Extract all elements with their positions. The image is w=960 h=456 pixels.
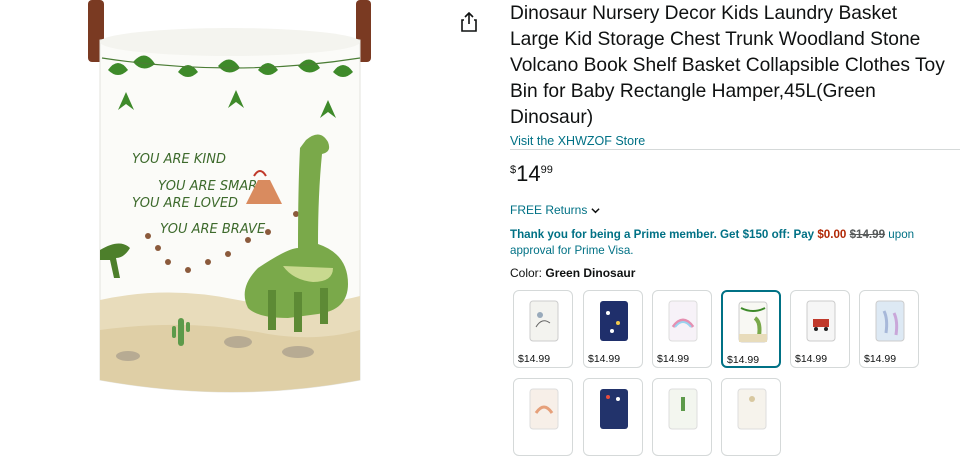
share-icon[interactable] bbox=[460, 12, 478, 32]
swatch-price: $14.99 bbox=[518, 353, 551, 365]
color-selection: Color: Green Dinosaur bbox=[510, 265, 950, 281]
swatch-price: $14.99 bbox=[588, 353, 621, 365]
basket-text-smart: YOU ARE SMART bbox=[158, 179, 266, 194]
swatch-red-car[interactable]: $14.99 bbox=[790, 290, 850, 368]
chevron-down-icon bbox=[591, 207, 600, 213]
swatch-thumbnail bbox=[668, 388, 698, 430]
product-image[interactable]: YOU ARE KIND YOU ARE SMART YOU ARE LOVED… bbox=[88, 0, 378, 410]
prime-new-price: $0.00 bbox=[817, 228, 847, 241]
swatch-price: $14.99 bbox=[795, 353, 828, 365]
swatch-thumbnail bbox=[600, 301, 628, 341]
price-fraction: 99 bbox=[540, 164, 553, 176]
product-title: Dinosaur Nursery Decor Kids Laundry Bask… bbox=[510, 3, 945, 128]
prime-offer-tail[interactable]: upon bbox=[888, 228, 914, 241]
color-value: Green Dinosaur bbox=[545, 266, 636, 280]
swatch-light-pattern[interactable] bbox=[721, 378, 781, 456]
product-info: Dinosaur Nursery Decor Kids Laundry Bask… bbox=[510, 0, 960, 281]
basket-text-loved: YOU ARE LOVED bbox=[132, 196, 238, 211]
swatch-thumbnail bbox=[600, 389, 628, 429]
swatch-thumbnail bbox=[529, 300, 559, 342]
basket-text-kind: YOU ARE KIND bbox=[132, 152, 226, 167]
swatch-blue-llama[interactable]: $14.99 bbox=[859, 290, 919, 368]
swatch-dinosaur-sketch[interactable]: $14.99 bbox=[513, 290, 573, 368]
prime-old-price: $14.99 bbox=[849, 228, 886, 241]
store-link[interactable]: Visit the XHWZOF Store bbox=[510, 133, 950, 149]
swatch-thumbnail bbox=[529, 388, 559, 430]
swatch-thumbnail bbox=[737, 388, 767, 430]
swatch-thumbnail bbox=[875, 300, 905, 342]
swatch-unicorn-rainbow[interactable]: $14.99 bbox=[652, 290, 712, 368]
swatch-space-navy[interactable]: $14.99 bbox=[583, 290, 643, 368]
swatch-green-dinosaur-selected[interactable]: $14.99 bbox=[721, 290, 781, 368]
swatch-thumbnail bbox=[738, 301, 768, 343]
prime-offer-tail-2[interactable]: approval for Prime Visa. bbox=[510, 244, 634, 257]
swatch-thumbnail bbox=[668, 300, 698, 342]
color-label: Color: bbox=[510, 266, 543, 280]
free-returns-label: FREE Returns bbox=[510, 203, 588, 217]
basket-text-brave: YOU ARE BRAVE bbox=[160, 222, 266, 237]
swatch-thumbnail bbox=[806, 300, 836, 342]
prime-offer: Thank you for being a Prime member. Get … bbox=[510, 227, 950, 259]
swatch-cactus[interactable] bbox=[652, 378, 712, 456]
prime-offer-lead[interactable]: Thank you for being a Prime member. Get … bbox=[510, 228, 814, 241]
divider bbox=[510, 149, 960, 150]
free-returns-link[interactable]: FREE Returns bbox=[510, 202, 950, 218]
swatch-rainbow[interactable] bbox=[513, 378, 573, 456]
price-whole: 14 bbox=[516, 161, 541, 186]
price: $ 14 99 bbox=[510, 162, 950, 188]
swatch-price: $14.99 bbox=[864, 353, 897, 365]
swatch-price: $14.99 bbox=[657, 353, 690, 365]
swatch-price: $14.99 bbox=[727, 354, 760, 366]
swatch-navy-stars[interactable] bbox=[583, 378, 643, 456]
